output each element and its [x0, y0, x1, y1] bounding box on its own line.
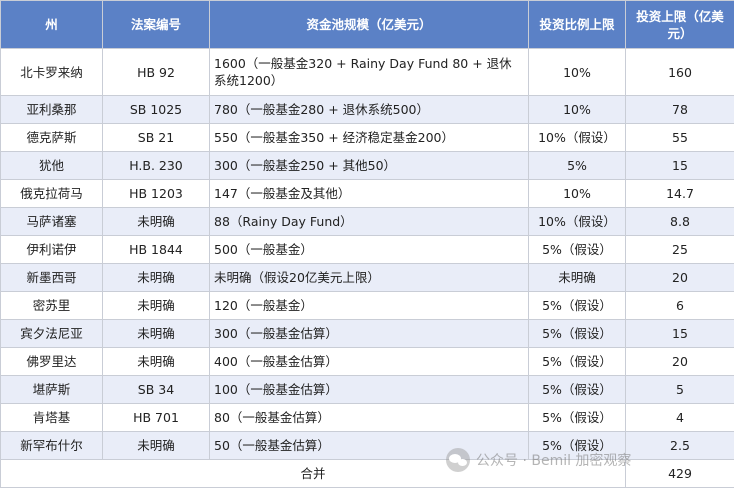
pool-cell: 300（一般基金估算）: [210, 320, 529, 348]
cap-cell: 8.8: [626, 208, 734, 236]
ratio-cell: 5%: [529, 152, 626, 180]
ratio-cell: 10%（假设）: [529, 208, 626, 236]
ratio-cell: 5%（假设）: [529, 348, 626, 376]
total-cap: 429: [626, 460, 734, 488]
pool-cell: 400（一般基金估算）: [210, 348, 529, 376]
pool-cell: 80（一般基金估算）: [210, 404, 529, 432]
pool-cell: 120（一般基金）: [210, 292, 529, 320]
ratio-cell: 10%: [529, 180, 626, 208]
cap-cell: 14.7: [626, 180, 734, 208]
cap-cell: 15: [626, 320, 734, 348]
bill-cell: 未明确: [103, 264, 210, 292]
ratio-cell: 5%（假设）: [529, 292, 626, 320]
ratio-cell: 未明确: [529, 264, 626, 292]
states-fund-table: 州 法案编号 资金池规模（亿美元） 投资比例上限 投资上限（亿美元） 北卡罗来纳…: [0, 0, 734, 488]
table-row: 北卡罗来纳 HB 92 1600（一般基金320 + Rainy Day Fun…: [1, 49, 734, 96]
state-cell: 佛罗里达: [1, 348, 103, 376]
state-cell: 俄克拉荷马: [1, 180, 103, 208]
table-row: 犹他 H.B. 230 300（一般基金250 + 其他50） 5% 15: [1, 152, 734, 180]
table-row: 肯塔基 HB 701 80（一般基金估算） 5%（假设） 4: [1, 404, 734, 432]
header-bill: 法案编号: [103, 1, 210, 49]
ratio-cell: 5%（假设）: [529, 320, 626, 348]
total-row: 合并 429: [1, 460, 734, 488]
ratio-cell: 10%: [529, 96, 626, 124]
pool-cell: 147（一般基金及其他）: [210, 180, 529, 208]
state-cell: 宾夕法尼亚: [1, 320, 103, 348]
total-label: 合并: [1, 460, 626, 488]
table-header-row: 州 法案编号 资金池规模（亿美元） 投资比例上限 投资上限（亿美元）: [1, 1, 734, 49]
pool-cell: 100（一般基金估算）: [210, 376, 529, 404]
bill-cell: SB 1025: [103, 96, 210, 124]
pool-cell: 500（一般基金）: [210, 236, 529, 264]
pool-cell: 550（一般基金350 + 经济稳定基金200）: [210, 124, 529, 152]
bill-cell: 未明确: [103, 208, 210, 236]
table-row: 佛罗里达 未明确 400（一般基金估算） 5%（假设） 20: [1, 348, 734, 376]
state-cell: 堪萨斯: [1, 376, 103, 404]
header-ratio: 投资比例上限: [529, 1, 626, 49]
table-row: 俄克拉荷马 HB 1203 147（一般基金及其他） 10% 14.7: [1, 180, 734, 208]
table-row: 德克萨斯 SB 21 550（一般基金350 + 经济稳定基金200） 10%（…: [1, 124, 734, 152]
ratio-cell: 10%: [529, 49, 626, 96]
ratio-cell: 10%（假设）: [529, 124, 626, 152]
cap-cell: 15: [626, 152, 734, 180]
pool-cell: 50（一般基金估算）: [210, 432, 529, 460]
cap-cell: 20: [626, 264, 734, 292]
pool-cell: 88（Rainy Day Fund）: [210, 208, 529, 236]
pool-cell: 未明确（假设20亿美元上限）: [210, 264, 529, 292]
bill-cell: HB 92: [103, 49, 210, 96]
state-cell: 德克萨斯: [1, 124, 103, 152]
cap-cell: 20: [626, 348, 734, 376]
ratio-cell: 5%（假设）: [529, 376, 626, 404]
table-row: 新罕布什尔 未明确 50（一般基金估算） 5%（假设） 2.5: [1, 432, 734, 460]
state-cell: 肯塔基: [1, 404, 103, 432]
table-row: 新墨西哥 未明确 未明确（假设20亿美元上限） 未明确 20: [1, 264, 734, 292]
cap-cell: 78: [626, 96, 734, 124]
state-cell: 犹他: [1, 152, 103, 180]
bill-cell: SB 21: [103, 124, 210, 152]
header-state: 州: [1, 1, 103, 49]
ratio-cell: 5%（假设）: [529, 432, 626, 460]
bill-cell: 未明确: [103, 432, 210, 460]
cap-cell: 5: [626, 376, 734, 404]
table-row: 宾夕法尼亚 未明确 300（一般基金估算） 5%（假设） 15: [1, 320, 734, 348]
cap-cell: 25: [626, 236, 734, 264]
state-cell: 密苏里: [1, 292, 103, 320]
table-row: 伊利诺伊 HB 1844 500（一般基金） 5%（假设） 25: [1, 236, 734, 264]
bill-cell: SB 34: [103, 376, 210, 404]
table-row: 亚利桑那 SB 1025 780（一般基金280 + 退休系统500） 10% …: [1, 96, 734, 124]
cap-cell: 160: [626, 49, 734, 96]
cap-cell: 4: [626, 404, 734, 432]
header-pool: 资金池规模（亿美元）: [210, 1, 529, 49]
cap-cell: 2.5: [626, 432, 734, 460]
bill-cell: H.B. 230: [103, 152, 210, 180]
bill-cell: HB 701: [103, 404, 210, 432]
state-cell: 亚利桑那: [1, 96, 103, 124]
ratio-cell: 5%（假设）: [529, 404, 626, 432]
bill-cell: 未明确: [103, 292, 210, 320]
pool-cell: 1600（一般基金320 + Rainy Day Fund 80 + 退休系统1…: [210, 49, 529, 96]
bill-cell: HB 1844: [103, 236, 210, 264]
pool-cell: 780（一般基金280 + 退休系统500）: [210, 96, 529, 124]
table-row: 马萨诸塞 未明确 88（Rainy Day Fund） 10%（假设） 8.8: [1, 208, 734, 236]
state-cell: 伊利诺伊: [1, 236, 103, 264]
pool-cell: 300（一般基金250 + 其他50）: [210, 152, 529, 180]
cap-cell: 55: [626, 124, 734, 152]
header-cap: 投资上限（亿美元）: [626, 1, 734, 49]
state-cell: 马萨诸塞: [1, 208, 103, 236]
table-row: 密苏里 未明确 120（一般基金） 5%（假设） 6: [1, 292, 734, 320]
state-cell: 新墨西哥: [1, 264, 103, 292]
table-row: 堪萨斯 SB 34 100（一般基金估算） 5%（假设） 5: [1, 376, 734, 404]
state-cell: 新罕布什尔: [1, 432, 103, 460]
ratio-cell: 5%（假设）: [529, 236, 626, 264]
bill-cell: 未明确: [103, 320, 210, 348]
bill-cell: HB 1203: [103, 180, 210, 208]
state-cell: 北卡罗来纳: [1, 49, 103, 96]
cap-cell: 6: [626, 292, 734, 320]
bill-cell: 未明确: [103, 348, 210, 376]
